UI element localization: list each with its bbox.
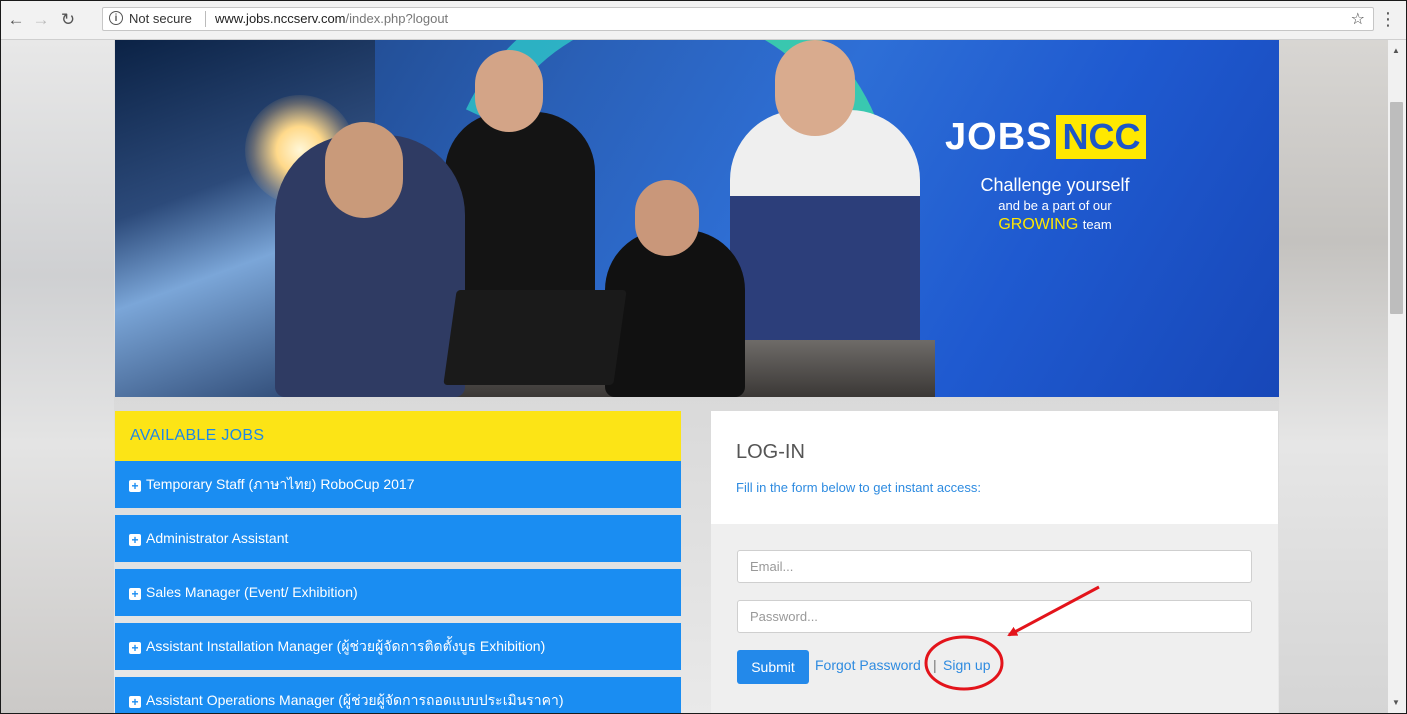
job-label[interactable]: Temporary Staff (ภาษาไทย) RoboCup 2017: [146, 476, 415, 492]
hero-tagline: Challenge yourself and be a part of our …: [970, 175, 1140, 234]
screenshot-frame: ← → ↻ i Not secure www.jobs.nccserv.com/…: [0, 0, 1407, 714]
browser-toolbar: ← → ↻ i Not secure www.jobs.nccserv.com/…: [1, 1, 1406, 40]
person-image: [605, 230, 745, 397]
url-text[interactable]: www.jobs.nccserv.com/index.php?logout: [215, 11, 448, 26]
laptop-image: [443, 290, 627, 385]
scrollbar-thumb[interactable]: [1390, 102, 1403, 314]
arrow-left-icon[interactable]: ←: [6, 10, 26, 30]
login-header: LOG-IN Fill in the form below to get ins…: [711, 411, 1278, 524]
url-path: /index.php?logout: [345, 11, 449, 26]
login-subtitle: Fill in the form below to get instant ac…: [736, 480, 981, 495]
background-right: [1279, 40, 1388, 713]
job-label[interactable]: Administrator Assistant: [146, 530, 288, 546]
info-icon[interactable]: i: [109, 11, 123, 25]
password-field[interactable]: Password...: [737, 600, 1252, 633]
login-title: LOG-IN: [736, 441, 805, 463]
job-item[interactable]: + Assistant Operations Manager (ผู้ช่วยผู…: [115, 677, 681, 713]
address-bar[interactable]: i Not secure www.jobs.nccserv.com/index.…: [102, 7, 1374, 31]
job-item[interactable]: + Administrator Assistant: [115, 515, 681, 562]
scroll-down-arrow-icon[interactable]: ▼: [1392, 698, 1400, 707]
person-image: [635, 180, 699, 256]
person-image: [325, 122, 403, 218]
logo-jobs-text: JOBS: [945, 115, 1053, 158]
login-form: Email... Password... Submit Forgot Passw…: [711, 524, 1278, 713]
security-label[interactable]: Not secure: [129, 11, 192, 26]
hero-banner: JOBS NCC Challenge yourself and be a part…: [115, 40, 1279, 397]
arrow-right-icon[interactable]: →: [31, 10, 51, 30]
address-separator: [205, 11, 206, 27]
jobs-header: AVAILABLE JOBS: [115, 411, 681, 461]
submit-button[interactable]: Submit: [737, 650, 809, 684]
background-left: [1, 40, 114, 713]
email-field[interactable]: Email...: [737, 550, 1252, 583]
url-host: www.jobs.nccserv.com: [215, 11, 346, 26]
tagline-line3: GROWING team: [970, 216, 1140, 234]
scroll-up-arrow-icon[interactable]: ▲: [1392, 46, 1400, 55]
job-label[interactable]: Assistant Installation Manager (ผู้ช่วยผ…: [146, 638, 545, 654]
plus-square-icon[interactable]: +: [129, 534, 141, 546]
plus-square-icon[interactable]: +: [129, 480, 141, 492]
person-image: [475, 50, 543, 132]
sign-up-link[interactable]: Sign up: [943, 657, 990, 673]
login-panel: LOG-IN Fill in the form below to get ins…: [711, 411, 1278, 713]
tagline-line1: Challenge yourself: [980, 175, 1130, 195]
plus-square-icon[interactable]: +: [129, 588, 141, 600]
available-jobs-panel: AVAILABLE JOBS + Temporary Staff (ภาษาไทย…: [115, 411, 681, 713]
jobs-ncc-logo: JOBS NCC: [945, 115, 1147, 159]
tagline-line2: and be a part of our: [998, 198, 1112, 213]
tagline-highlight: GROWING: [998, 216, 1079, 233]
person-image: [775, 40, 855, 136]
vertical-scrollbar[interactable]: ▲ ▼: [1388, 40, 1406, 713]
link-separator: |: [933, 657, 937, 673]
plus-square-icon[interactable]: +: [129, 696, 141, 708]
forgot-password-link[interactable]: Forgot Password: [815, 657, 921, 673]
reload-icon[interactable]: ↻: [58, 10, 78, 30]
tagline-end: team: [1082, 217, 1112, 232]
vertical-dots-icon[interactable]: ⋮: [1379, 9, 1397, 29]
job-item[interactable]: + Assistant Installation Manager (ผู้ช่วย…: [115, 623, 681, 670]
star-icon[interactable]: ☆: [1351, 9, 1365, 29]
job-label[interactable]: Sales Manager (Event/ Exhibition): [146, 584, 358, 600]
plus-square-icon[interactable]: +: [129, 642, 141, 654]
job-item[interactable]: + Temporary Staff (ภาษาไทย) RoboCup 2017: [115, 461, 681, 508]
logo-ncc-text: NCC: [1056, 115, 1147, 159]
job-item[interactable]: + Sales Manager (Event/ Exhibition): [115, 569, 681, 616]
page-viewport: JOBS NCC Challenge yourself and be a part…: [1, 40, 1388, 713]
job-label[interactable]: Assistant Operations Manager (ผู้ช่วยผู้…: [146, 692, 564, 708]
